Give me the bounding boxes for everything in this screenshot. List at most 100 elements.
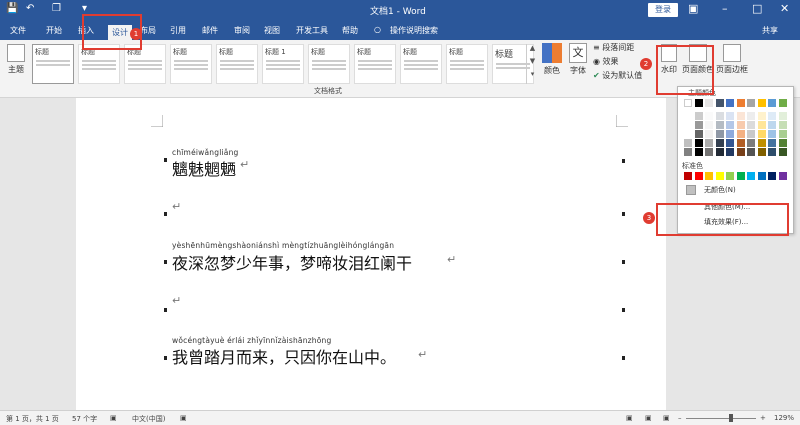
color-swatch[interactable] — [768, 148, 776, 156]
color-swatch[interactable] — [694, 130, 703, 138]
standard-color-swatch[interactable] — [726, 172, 734, 180]
color-swatch[interactable] — [747, 112, 755, 120]
color-swatch[interactable] — [726, 112, 734, 120]
color-swatch[interactable] — [768, 99, 776, 107]
style-thumb[interactable]: 标题 — [400, 44, 442, 84]
color-swatch[interactable] — [726, 99, 734, 107]
text-line-2[interactable]: 夜深忽梦少年事，梦啼妆泪红阑干 — [172, 250, 412, 274]
tab-view[interactable]: 视图 — [264, 25, 280, 36]
quick-access-icon[interactable]: ▾ — [82, 3, 87, 14]
scroll-down-icon[interactable]: ▼ — [527, 57, 538, 70]
color-swatch[interactable] — [768, 139, 776, 147]
tab-home[interactable]: 开始 — [46, 25, 62, 36]
word-count[interactable]: 57 个字 — [72, 414, 97, 424]
maximize-icon[interactable]: □ — [752, 2, 762, 15]
color-swatch[interactable] — [694, 148, 703, 156]
color-swatch[interactable] — [778, 112, 787, 120]
tell-me-search[interactable]: 操作说明搜索 — [390, 25, 438, 36]
color-swatch[interactable] — [705, 99, 713, 107]
color-swatch[interactable] — [757, 130, 766, 138]
color-swatch[interactable] — [747, 99, 755, 107]
color-swatch[interactable] — [778, 130, 787, 138]
zoom-thumb[interactable] — [729, 414, 733, 422]
gallery-scroll[interactable]: ▲ ▼ ▾ — [526, 44, 538, 84]
save-icon[interactable]: 💾 — [6, 3, 18, 14]
color-swatch[interactable] — [778, 139, 787, 147]
color-swatch[interactable] — [747, 139, 755, 147]
style-thumb[interactable]: 标题 — [32, 44, 74, 84]
macro-icon[interactable]: ▣ — [180, 414, 187, 422]
color-swatch[interactable] — [694, 99, 703, 107]
color-swatch[interactable] — [715, 112, 724, 120]
standard-color-swatch[interactable] — [757, 172, 766, 180]
color-swatch[interactable] — [736, 99, 745, 107]
color-swatch[interactable] — [715, 99, 724, 107]
tab-review[interactable]: 审阅 — [234, 25, 250, 36]
color-swatch[interactable] — [736, 121, 745, 129]
style-thumb[interactable]: 标题 — [446, 44, 488, 84]
copy-icon[interactable]: ❐ — [52, 3, 61, 14]
style-thumb[interactable]: 标题 — [354, 44, 396, 84]
fonts-button[interactable]: 文 字体 — [567, 43, 589, 76]
language[interactable]: 中文(中国) — [132, 414, 165, 424]
color-swatch[interactable] — [778, 99, 787, 107]
standard-color-swatch[interactable] — [747, 172, 755, 180]
color-swatch[interactable] — [778, 121, 787, 129]
color-swatch[interactable] — [726, 139, 734, 147]
color-swatch[interactable] — [778, 148, 787, 156]
standard-color-swatch[interactable] — [684, 172, 692, 180]
color-swatch[interactable] — [684, 139, 692, 147]
web-layout-icon[interactable]: ▣ — [663, 414, 670, 422]
color-swatch[interactable] — [715, 148, 724, 156]
color-swatch[interactable] — [768, 121, 776, 129]
color-swatch[interactable] — [715, 121, 724, 129]
zoom-out-icon[interactable]: – — [678, 414, 682, 422]
color-swatch[interactable] — [705, 148, 713, 156]
tab-mailings[interactable]: 邮件 — [202, 25, 218, 36]
tab-file[interactable]: 文件 — [10, 25, 26, 36]
standard-color-swatch[interactable] — [694, 172, 703, 180]
style-thumb[interactable]: 标题 — [78, 44, 120, 84]
color-swatch[interactable] — [715, 130, 724, 138]
color-swatch[interactable] — [747, 148, 755, 156]
read-mode-icon[interactable]: ▣ — [626, 414, 633, 422]
color-swatch[interactable] — [715, 139, 724, 147]
color-swatch[interactable] — [736, 139, 745, 147]
proofing-icon[interactable]: ▣ — [110, 414, 117, 422]
gallery-more-icon[interactable]: ▾ — [527, 70, 538, 83]
style-thumb[interactable]: 标题 — [216, 44, 258, 84]
text-line-1[interactable]: 魑魅魍魉 — [172, 156, 236, 180]
color-swatch[interactable] — [684, 130, 692, 138]
style-thumb[interactable]: 标题 — [308, 44, 350, 84]
color-swatch[interactable] — [747, 121, 755, 129]
color-swatch[interactable] — [768, 112, 776, 120]
close-icon[interactable]: ✕ — [780, 2, 789, 15]
color-swatch[interactable] — [757, 148, 766, 156]
color-swatch[interactable] — [757, 139, 766, 147]
color-swatch[interactable] — [768, 130, 776, 138]
tab-help[interactable]: 帮助 — [342, 25, 358, 36]
color-swatch[interactable] — [757, 112, 766, 120]
color-swatch[interactable] — [757, 99, 766, 107]
standard-color-swatch[interactable] — [778, 172, 787, 180]
tab-layout[interactable]: 布局 — [140, 25, 156, 36]
login-button[interactable]: 登录 — [648, 3, 678, 17]
text-line-3[interactable]: 我曾踏月而来，只因你在山中。 — [172, 344, 396, 368]
color-swatch[interactable] — [705, 112, 713, 120]
no-color-item[interactable]: 无颜色(N) — [682, 183, 790, 197]
tab-developer[interactable]: 开发工具 — [296, 25, 328, 36]
color-swatch[interactable] — [747, 130, 755, 138]
color-swatch[interactable] — [694, 112, 703, 120]
colors-button[interactable]: 颜色 — [541, 43, 563, 76]
page-border-button[interactable]: 页面边框 — [716, 44, 748, 75]
color-swatch[interactable] — [726, 148, 734, 156]
themes-button[interactable]: 主题 — [4, 44, 28, 75]
standard-color-swatch[interactable] — [715, 172, 724, 180]
share-button[interactable]: 共享 — [762, 25, 778, 36]
zoom-level[interactable]: 129% — [774, 414, 794, 422]
color-swatch[interactable] — [705, 121, 713, 129]
color-swatch[interactable] — [705, 130, 713, 138]
set-default-button[interactable]: ✔ 设为默认值 — [593, 70, 642, 81]
color-swatch[interactable] — [757, 121, 766, 129]
minimize-icon[interactable]: – — [722, 2, 728, 15]
